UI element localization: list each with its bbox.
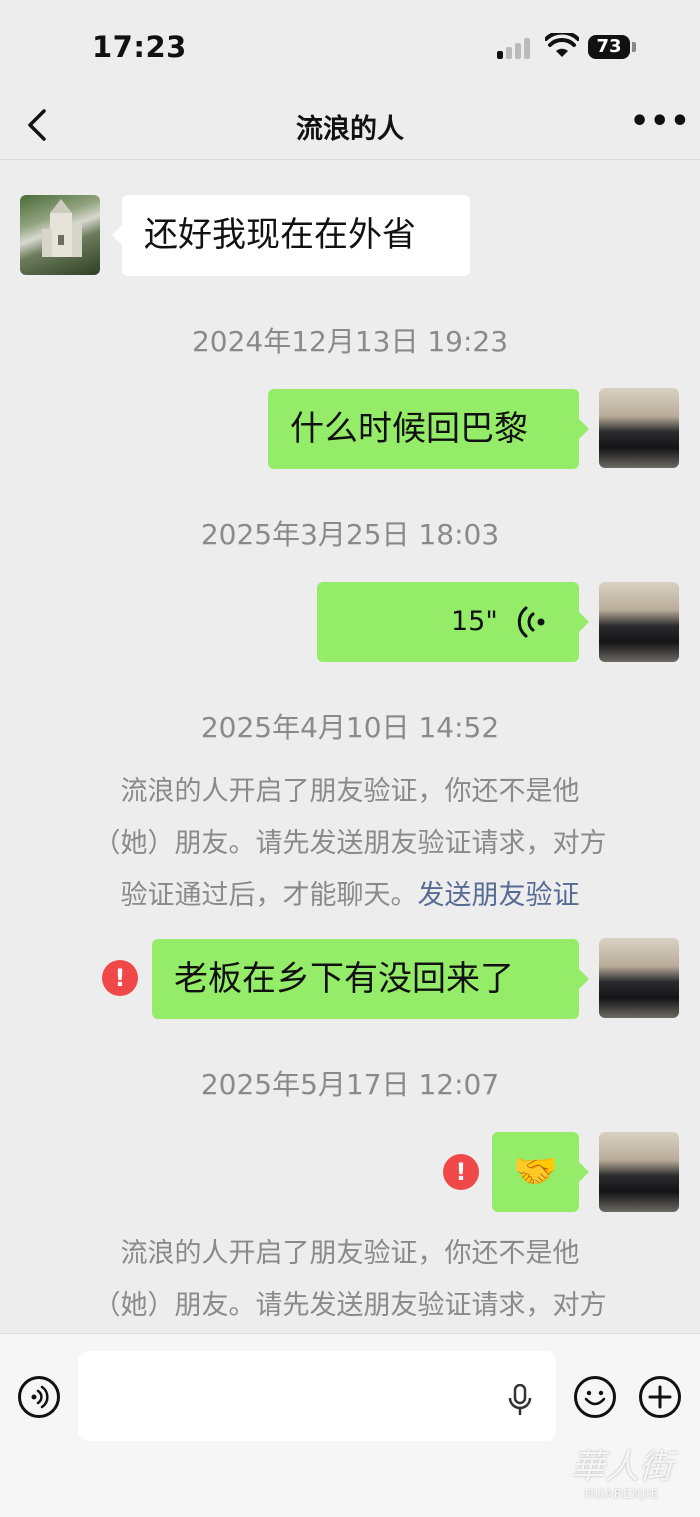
send-failed-icon[interactable]: ! (102, 960, 138, 996)
system-note-line: （她）朋友。请先发送朋友验证请求，对方 (93, 1290, 607, 1321)
watermark-subtitle: HUARENJIE (584, 1487, 660, 1501)
timestamp: 2025年4月10日 14:52 (200, 711, 500, 744)
plus-glyph (648, 1385, 672, 1409)
message-bubble-outgoing[interactable]: 老板在乡下有没回来了 (152, 939, 589, 1019)
system-note-line: 流浪的人开启了朋友验证，你还不是他 (120, 1238, 580, 1269)
castle-image (42, 199, 82, 257)
emoji-glyph (584, 1390, 606, 1406)
voice-wave-icon (517, 606, 545, 638)
more-icon[interactable]: ••• (630, 107, 690, 139)
voice-message-bubble[interactable]: 15" (317, 582, 589, 662)
user-avatar[interactable] (599, 582, 679, 662)
user-avatar[interactable] (599, 1132, 679, 1212)
emoji-message-bubble[interactable]: 🤝 (492, 1132, 589, 1212)
send-failed-icon[interactable]: ! (443, 1154, 479, 1190)
battery-tip (632, 42, 636, 52)
emoji-icon[interactable] (574, 1376, 616, 1418)
battery-icon: 73 (588, 35, 630, 59)
contact-avatar[interactable] (20, 195, 100, 275)
watermark-logo: 華人街 HUARENJIE (552, 1448, 692, 1508)
system-note-line: （她）朋友。请先发送朋友验证请求，对方 (93, 828, 607, 859)
user-avatar[interactable] (599, 938, 679, 1018)
system-note-text: 验证通过后，才能聊天。 (120, 880, 418, 911)
wifi-icon (545, 33, 579, 57)
message-bubble-outgoing[interactable]: 什么时候回巴黎 (268, 389, 589, 469)
user-avatar[interactable] (599, 388, 679, 468)
mic-icon[interactable] (508, 1384, 532, 1416)
chat-header: 流浪的人 ••• (0, 95, 700, 160)
signal-icon (497, 37, 533, 59)
timestamp: 2025年3月25日 18:03 (200, 518, 500, 551)
system-note-line: 验证通过后，才能聊天。发送朋友验证 (50, 870, 650, 922)
status-bar: 17:23 73 (0, 0, 700, 95)
system-note: 流浪的人开启了朋友验证，你还不是他 （她）朋友。请先发送朋友验证请求，对方 验证… (50, 766, 650, 922)
handshake-emoji: 🤝 (513, 1151, 558, 1192)
message-bubble-incoming[interactable]: 还好我现在在外省 (112, 195, 470, 276)
voice-duration: 15" (451, 606, 498, 637)
send-verification-link[interactable]: 发送朋友验证 (418, 880, 580, 911)
message-input[interactable] (78, 1351, 556, 1441)
timestamp: 2024年12月13日 19:23 (191, 325, 509, 358)
system-note: 流浪的人开启了朋友验证，你还不是他 （她）朋友。请先发送朋友验证请求，对方 (50, 1228, 650, 1332)
voice-mode-icon[interactable] (18, 1376, 60, 1418)
voice-mode-glyph (31, 1385, 49, 1409)
plus-icon[interactable] (639, 1376, 681, 1418)
chat-title: 流浪的人 (296, 114, 404, 145)
status-time: 17:23 (92, 30, 187, 64)
timestamp: 2025年5月17日 12:07 (200, 1068, 500, 1101)
system-note-line: 流浪的人开启了朋友验证，你还不是他 (120, 776, 580, 807)
watermark-title: 華人街 (571, 1447, 673, 1487)
